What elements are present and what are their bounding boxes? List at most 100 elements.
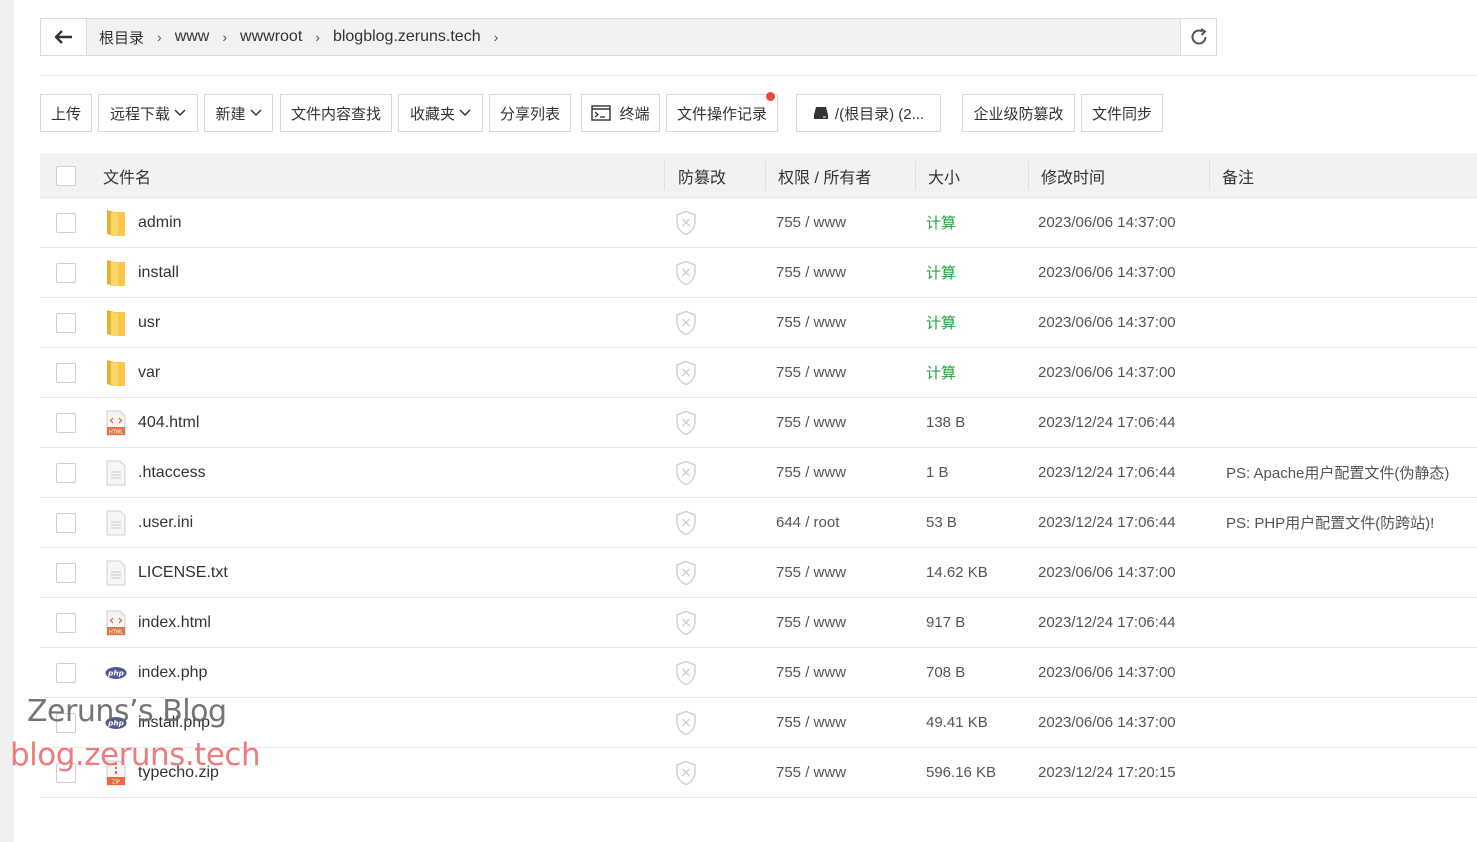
calculate-size-link[interactable]: 计算 — [926, 248, 956, 297]
tamper-shield-icon[interactable] — [675, 548, 697, 597]
chevron-right-icon: › — [157, 29, 162, 45]
tamper-proof-button[interactable]: 企业级防篡改 — [962, 94, 1075, 132]
table-row[interactable]: install 755 / www 计算 2023/06/06 14:37:00 — [40, 248, 1477, 298]
table-row[interactable]: LICENSE.txt 755 / www 14.62 KB 2023/06/06 1… — [40, 548, 1477, 598]
header-mtime[interactable]: 修改时间 — [1041, 153, 1105, 198]
left-sidebar-edge — [0, 0, 14, 842]
refresh-button[interactable] — [1180, 19, 1216, 55]
table-row[interactable]: HTML index.html 755 / www 917 B 2023/12/24 1… — [40, 598, 1477, 648]
favorites-button[interactable]: 收藏夹 — [398, 94, 483, 132]
calculate-size-link[interactable]: 计算 — [926, 298, 956, 347]
file-name[interactable]: .user.ini — [138, 498, 193, 547]
upload-button[interactable]: 上传 — [40, 94, 92, 132]
file-note[interactable]: PS: PHP用户配置文件(防跨站)! — [1226, 498, 1434, 547]
table-row[interactable]: HTML 404.html 755 / www 138 B 2023/12/24 17:… — [40, 398, 1477, 448]
file-name[interactable]: install — [138, 248, 179, 297]
share-list-button[interactable]: 分享列表 — [489, 94, 571, 132]
folder-icon — [105, 198, 127, 247]
tamper-shield-icon[interactable] — [675, 348, 697, 397]
chevron-down-icon — [174, 109, 186, 117]
file-note[interactable]: PS: Apache用户配置文件(伪静态) — [1226, 448, 1449, 497]
file-name[interactable]: var — [138, 348, 160, 397]
table-row[interactable]: admin 755 / www 计算 2023/06/06 14:37:00 — [40, 198, 1477, 248]
file-name[interactable]: 404.html — [138, 398, 199, 447]
header-perm[interactable]: 权限 / 所有者 — [778, 153, 871, 198]
file-name[interactable]: index.html — [138, 598, 211, 647]
row-checkbox[interactable] — [56, 362, 76, 383]
disk-button[interactable]: /(根目录) (2... — [796, 94, 941, 132]
row-checkbox[interactable] — [56, 462, 76, 483]
chevron-down-icon — [249, 109, 262, 117]
permission-owner[interactable]: 755 / www — [776, 548, 846, 597]
modified-time: 2023/06/06 14:37:00 — [1038, 564, 1176, 581]
row-checkbox-cell — [56, 348, 76, 397]
row-checkbox[interactable] — [56, 412, 76, 433]
table-row[interactable]: .htaccess 755 / www 1 B 2023/12/24 17:06:44… — [40, 448, 1477, 498]
select-all-checkbox[interactable] — [56, 165, 76, 186]
svg-text:HTML: HTML — [109, 629, 123, 635]
chevron-right-icon: › — [493, 29, 499, 45]
breadcrumb-site[interactable]: blogblog.zeruns.tech — [329, 28, 485, 46]
back-button[interactable] — [41, 19, 87, 55]
row-checkbox[interactable] — [56, 512, 76, 533]
permission-owner[interactable]: 755 / www — [776, 198, 846, 247]
row-checkbox[interactable] — [56, 662, 76, 683]
new-label: 新建 — [215, 105, 246, 123]
permission-owner[interactable]: 755 / www — [776, 748, 846, 797]
tamper-shield-icon[interactable] — [675, 498, 697, 547]
row-checkbox-cell — [56, 248, 76, 297]
row-checkbox[interactable] — [56, 612, 76, 633]
file-name[interactable]: index.php — [138, 648, 207, 697]
operation-log-button[interactable]: 文件操作记录 — [666, 92, 778, 132]
table-row[interactable]: usr 755 / www 计算 2023/06/06 14:37:00 — [40, 298, 1477, 348]
search-content-button[interactable]: 文件内容查找 — [280, 94, 392, 132]
breadcrumb-www[interactable]: www — [171, 28, 214, 46]
tamper-shield-icon[interactable] — [675, 398, 697, 447]
remote-download-button[interactable]: 远程下载 — [98, 94, 198, 132]
permission-owner[interactable]: 755 / www — [776, 598, 846, 647]
breadcrumb-wwwroot[interactable]: wwwroot — [236, 28, 306, 46]
file-name[interactable]: usr — [138, 298, 160, 347]
table-row[interactable]: var 755 / www 计算 2023/06/06 14:37:00 — [40, 348, 1477, 398]
tamper-shield-icon[interactable] — [675, 298, 697, 347]
permission-owner[interactable]: 644 / root — [776, 498, 839, 547]
terminal-button[interactable]: 终端 — [581, 94, 660, 132]
tamper-shield-icon[interactable] — [675, 198, 697, 247]
row-checkbox[interactable] — [56, 312, 76, 333]
row-checkbox[interactable] — [56, 262, 76, 283]
file-name[interactable]: LICENSE.txt — [138, 548, 228, 597]
tamper-shield-icon[interactable] — [675, 648, 697, 697]
tamper-shield-icon[interactable] — [675, 448, 697, 497]
new-button[interactable]: 新建 — [204, 94, 273, 132]
permission-owner[interactable]: 755 / www — [776, 648, 846, 697]
row-checkbox-cell — [56, 198, 76, 247]
chevron-right-icon: › — [315, 29, 320, 45]
column-divider — [765, 161, 766, 190]
tamper-shield-icon[interactable] — [675, 248, 697, 297]
permission-owner[interactable]: 755 / www — [776, 698, 846, 747]
tamper-shield-icon[interactable] — [675, 748, 697, 797]
row-checkbox[interactable] — [56, 212, 76, 233]
tamper-shield-icon[interactable] — [675, 698, 697, 747]
breadcrumb-root[interactable]: 根目录 — [95, 27, 148, 48]
permission-owner[interactable]: 755 / www — [776, 248, 846, 297]
file-name[interactable]: .htaccess — [138, 448, 206, 497]
share-list-label: 分享列表 — [499, 105, 560, 123]
header-name[interactable]: 文件名 — [103, 153, 151, 198]
permission-owner[interactable]: 755 / www — [776, 398, 846, 447]
modified-time: 2023/12/24 17:06:44 — [1038, 614, 1176, 631]
permission-owner[interactable]: 755 / www — [776, 448, 846, 497]
table-row[interactable]: .user.ini 644 / root 53 B 2023/12/24 17:06:… — [40, 498, 1477, 548]
row-checkbox[interactable] — [56, 562, 76, 583]
row-checkbox-cell — [56, 498, 76, 547]
tamper-shield-icon[interactable] — [675, 598, 697, 647]
table-row[interactable]: php index.php 755 / www 708 B 2023/06/06 14:… — [40, 648, 1477, 698]
text-file-icon — [105, 448, 127, 497]
permission-owner[interactable]: 755 / www — [776, 348, 846, 397]
permission-owner[interactable]: 755 / www — [776, 298, 846, 347]
file-name[interactable]: admin — [138, 198, 182, 247]
file-sync-button[interactable]: 文件同步 — [1081, 94, 1163, 132]
header-size[interactable]: 大小 — [928, 153, 960, 198]
calculate-size-link[interactable]: 计算 — [926, 348, 956, 397]
calculate-size-link[interactable]: 计算 — [926, 198, 956, 247]
